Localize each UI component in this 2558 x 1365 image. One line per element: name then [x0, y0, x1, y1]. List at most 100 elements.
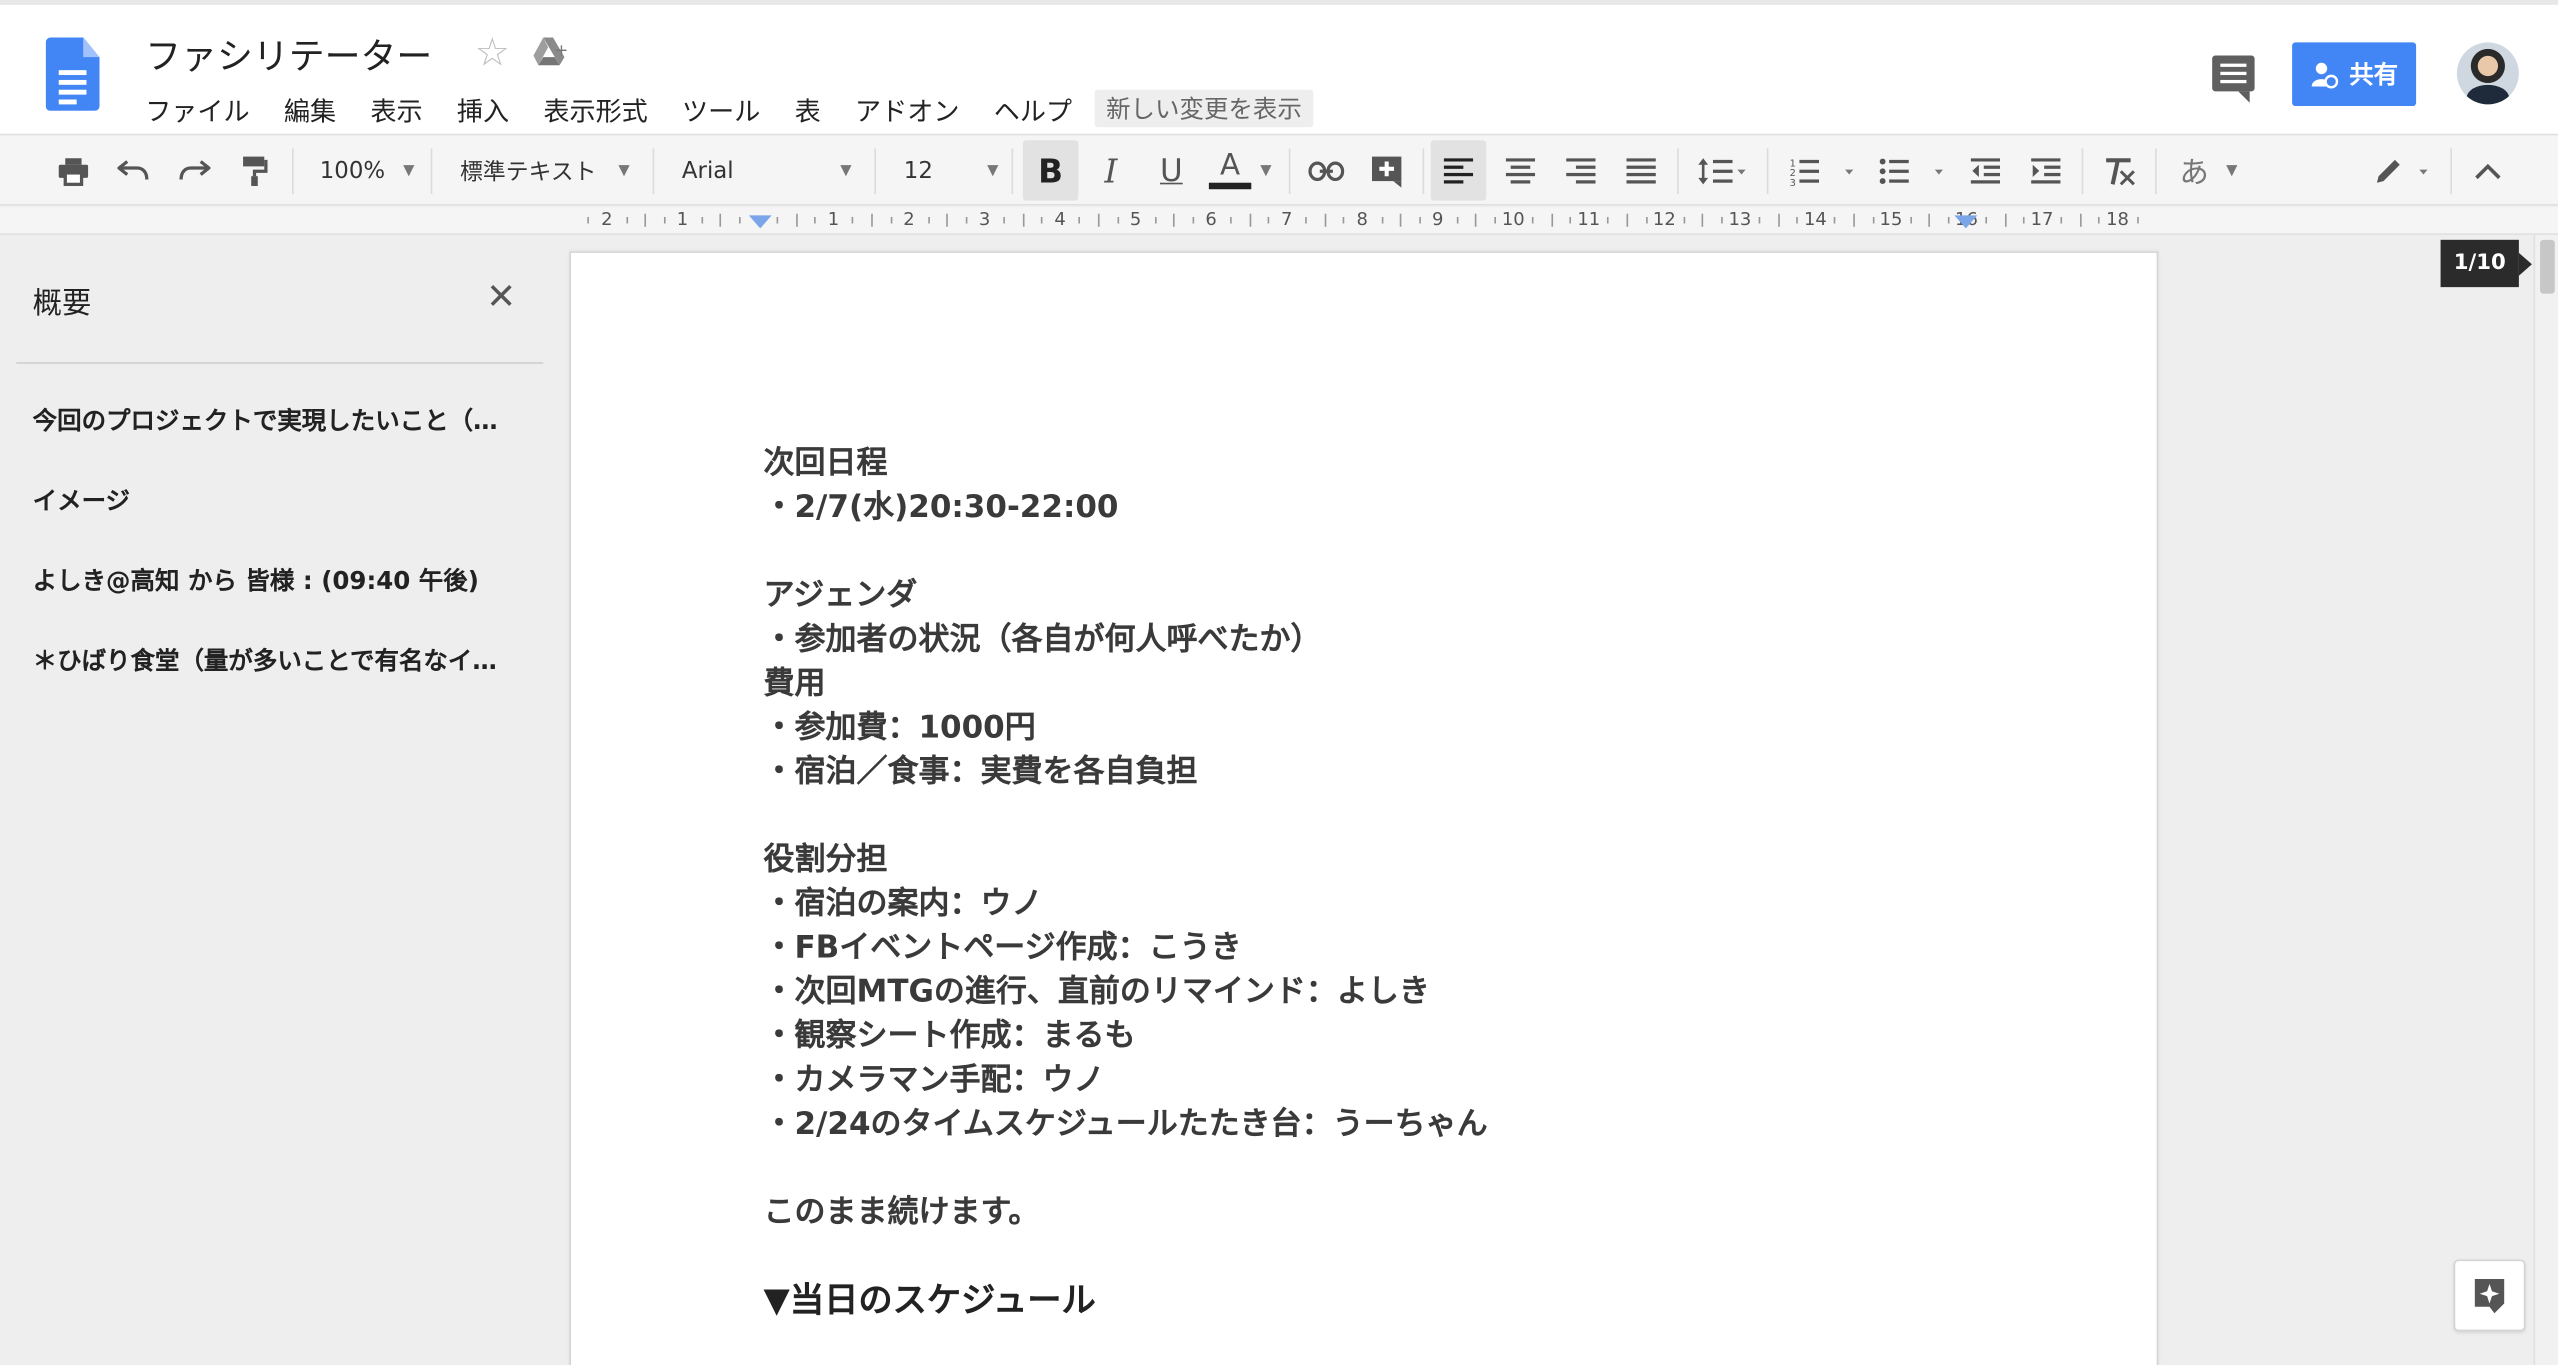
- ruler-tick: [2023, 216, 2025, 224]
- bold-button[interactable]: B: [1022, 140, 1079, 201]
- insert-comment-icon[interactable]: [1364, 135, 1410, 205]
- link-icon[interactable]: [1303, 135, 1349, 205]
- drive-icon[interactable]: +: [532, 34, 568, 70]
- ruler-number: 12: [1652, 208, 1676, 231]
- pencil-icon[interactable]: [2369, 135, 2438, 205]
- doc-line: ・参加費：1000円: [763, 709, 1036, 746]
- left-indent-marker[interactable]: [748, 215, 772, 229]
- ruler-number: 14: [1803, 208, 1827, 231]
- ruler-tick: [1985, 216, 1987, 224]
- menu-help[interactable]: ヘルプ: [994, 88, 1072, 129]
- ruler-tick: [1230, 216, 1232, 224]
- zoom-select[interactable]: 100% ▼: [320, 135, 415, 205]
- document-title[interactable]: ファシリテーター: [145, 28, 432, 80]
- bulleted-list-icon[interactable]: [1876, 135, 1951, 205]
- ruler-number: 11: [1577, 208, 1601, 231]
- text-color-bar: [1208, 182, 1252, 190]
- ruler-tick: [1078, 216, 1081, 224]
- ruler: 2 1 1 2 3 4 5 6 7 8 9 10 11 12 13 14 15 16 17 18: [0, 207, 2558, 235]
- right-indent-marker[interactable]: [1954, 215, 1978, 229]
- doc-line: 次回日程: [763, 445, 888, 482]
- ruler-tick: [1041, 216, 1043, 224]
- align-center-icon[interactable]: [1498, 135, 1544, 205]
- ruler-number: 9: [1432, 208, 1444, 231]
- scrollbar-thumb[interactable]: [2540, 239, 2555, 294]
- doc-line: ・参加者の状況（各自が何人呼べたか）: [763, 621, 1322, 658]
- outline-item[interactable]: イメージ: [33, 483, 531, 517]
- menu-bar: ファイル 編集 表示 挿入 表示形式 ツール 表 アドオン ヘルプ: [145, 88, 1106, 129]
- menu-tools[interactable]: ツール: [682, 88, 760, 129]
- underline-button[interactable]: U: [1149, 135, 1195, 205]
- ruler-tick: [2060, 216, 2063, 224]
- align-right-icon[interactable]: [1558, 135, 1604, 205]
- ruler-tick: [795, 213, 798, 227]
- see-new-changes-button[interactable]: 新しい変更を表示: [1094, 89, 1314, 128]
- menu-file[interactable]: ファイル: [145, 88, 249, 129]
- docs-logo-icon[interactable]: [45, 37, 100, 111]
- ruler-tick: [890, 216, 892, 224]
- outline-divider: [16, 362, 544, 364]
- ruler-tick: [1381, 216, 1383, 224]
- ruler-tick: [1777, 213, 1780, 227]
- menu-view[interactable]: 表示: [370, 88, 422, 129]
- collapse-icon[interactable]: [2467, 135, 2509, 205]
- ruler-tick: [739, 216, 741, 224]
- justify-icon[interactable]: [1618, 135, 1664, 205]
- ruler-tick: [1607, 216, 1610, 224]
- menu-edit[interactable]: 編集: [284, 88, 336, 129]
- scrollbar[interactable]: [2533, 234, 2558, 1365]
- chevron-down-icon: ▼: [840, 162, 852, 179]
- doc-line: ・次回MTGの進行、直前のリマインド：よしき: [763, 973, 1430, 1010]
- ruler-scale[interactable]: 2 1 1 2 3 4 5 6 7 8 9 10 11 12 13 14 15 16 17 18: [571, 207, 2160, 235]
- italic-button[interactable]: I: [1088, 135, 1134, 205]
- menu-addons[interactable]: アドオン: [855, 88, 959, 129]
- align-left-icon[interactable]: [1430, 140, 1487, 201]
- input-tools-button[interactable]: あ: [2173, 135, 2215, 205]
- ruler-tick: [625, 216, 628, 224]
- explore-button[interactable]: [2453, 1259, 2526, 1332]
- undo-icon[interactable]: [113, 135, 155, 205]
- avatar[interactable]: [2456, 42, 2519, 105]
- input-tools-caret[interactable]: ▼: [2222, 135, 2242, 205]
- star-icon[interactable]: ☆: [475, 29, 510, 75]
- menu-format[interactable]: 表示形式: [543, 88, 647, 129]
- text-color-caret[interactable]: ▼: [1258, 135, 1274, 205]
- ruler-tick: [1928, 213, 1931, 227]
- ruler-tick: [776, 216, 779, 224]
- increase-indent-icon[interactable]: [2023, 135, 2069, 205]
- redo-icon[interactable]: [173, 135, 215, 205]
- doc-line: [763, 1235, 1970, 1279]
- menu-insert[interactable]: 挿入: [457, 88, 509, 129]
- numbered-list-icon[interactable]: 123: [1786, 135, 1861, 205]
- page-number-badge: 1/10: [2440, 239, 2532, 288]
- decrease-indent-icon[interactable]: [1963, 135, 2009, 205]
- outline-item[interactable]: よしき@高知 から 皆様 : (09:40 午後): [33, 563, 531, 597]
- ruler-number: 1: [827, 208, 840, 231]
- ruler-tick: [1551, 213, 1553, 227]
- menu-table[interactable]: 表: [795, 88, 821, 129]
- print-icon[interactable]: [52, 135, 94, 205]
- outline-item[interactable]: 今回のプロジェクトで実現したいこと（…: [33, 403, 531, 437]
- comment-icon[interactable]: [2212, 55, 2255, 103]
- font-select[interactable]: Arial ▼: [682, 135, 852, 205]
- ruler-number: 18: [2106, 208, 2129, 231]
- ruler-tick: [965, 216, 968, 224]
- share-button[interactable]: 共有: [2292, 42, 2417, 107]
- title-bar: ファシリテーター ☆ + ファイル 編集 表示 挿入 表示形式 ツール 表 アド…: [0, 0, 2558, 134]
- close-icon[interactable]: ✕: [486, 277, 516, 318]
- document-page[interactable]: 次回日程 ・2/7(水)20:30-22:00 アジェンダ ・参加者の状況（各自…: [569, 251, 2159, 1365]
- style-value: 標準テキスト: [460, 159, 597, 186]
- text-color-button[interactable]: A: [1206, 135, 1255, 205]
- ruler-number: 15: [1879, 208, 1903, 231]
- ruler-number: 1: [676, 208, 689, 231]
- ruler-tick: [1947, 216, 1950, 224]
- document-body[interactable]: 次回日程 ・2/7(水)20:30-22:00 アジェンダ ・参加者の状況（各自…: [763, 442, 1970, 1323]
- clear-formatting-icon[interactable]: [2096, 135, 2142, 205]
- paint-format-icon[interactable]: [233, 135, 275, 205]
- font-size-select[interactable]: 12 ▼: [904, 135, 999, 205]
- ruler-tick: [1645, 216, 1648, 224]
- outline-item[interactable]: ＊ひばり食堂（量が多いことで有名なイ…: [33, 643, 531, 677]
- style-select[interactable]: 標準テキスト ▼: [460, 135, 630, 205]
- line-spacing-icon[interactable]: [1688, 135, 1753, 205]
- ruler-tick: [1305, 216, 1308, 224]
